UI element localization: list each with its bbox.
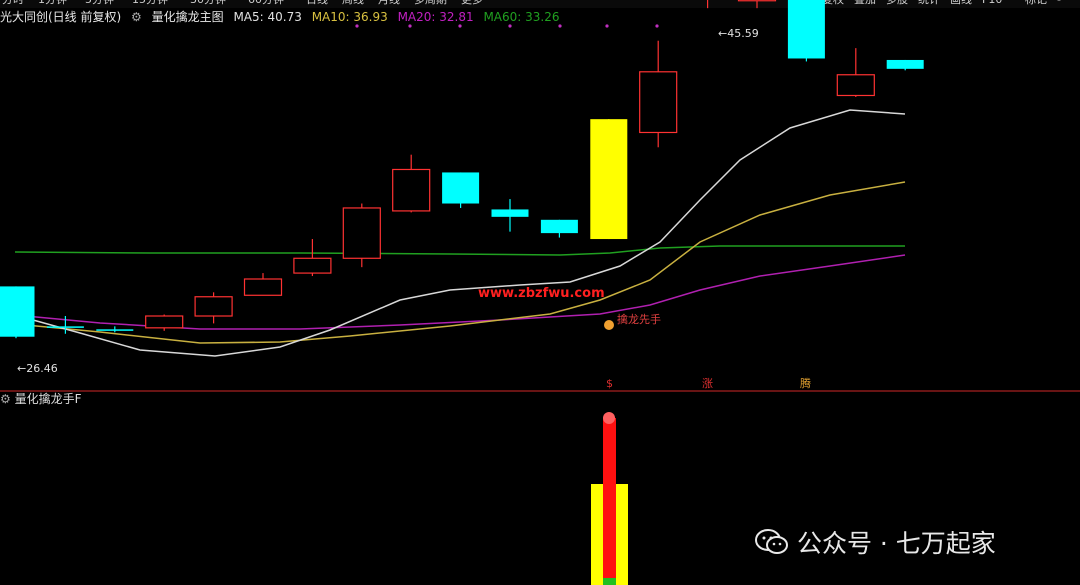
candle xyxy=(0,286,35,339)
candle-body xyxy=(737,0,777,2)
candle xyxy=(392,154,431,213)
candle xyxy=(886,59,924,71)
low-price-label: ←26.46 xyxy=(17,362,58,375)
candle-body xyxy=(96,329,134,331)
candle-body xyxy=(540,219,578,234)
candle xyxy=(342,203,381,268)
candle xyxy=(442,172,480,208)
candle-body xyxy=(787,0,825,59)
url-watermark: www.zbzfwu.com xyxy=(478,286,605,301)
marker-dollar: $ xyxy=(606,377,613,390)
candle-body xyxy=(392,168,431,212)
candle xyxy=(639,40,678,148)
candle xyxy=(243,273,283,296)
signal-icon xyxy=(604,320,614,330)
candle xyxy=(836,48,875,97)
watermark-text: 公众号 · 七万起家 xyxy=(796,529,996,558)
high-price-label: ←45.59 xyxy=(718,27,759,40)
candle-body xyxy=(145,315,184,329)
candlesticks xyxy=(0,0,924,339)
candle xyxy=(706,0,709,9)
candle-body xyxy=(442,172,480,204)
candle-body xyxy=(886,59,924,69)
ma60-line xyxy=(14,245,905,256)
settings-icon[interactable]: ⚙ xyxy=(0,392,11,406)
wechat-icon xyxy=(755,529,788,554)
wechat-watermark: 公众号 · 七万起家 xyxy=(755,524,996,560)
marker-rise: 涨 xyxy=(702,377,713,390)
main-chart[interactable]: ←45.59 ←26.46 www.zbzfwu.com 擒龙先手 $ 涨 腾 xyxy=(0,0,1080,585)
candle-body xyxy=(243,278,283,296)
signal-label: 擒龙先手 xyxy=(617,312,661,326)
sub-bar-cap xyxy=(603,412,615,424)
candle-body xyxy=(293,257,332,274)
top-markers xyxy=(355,24,659,28)
candle-body xyxy=(836,74,875,97)
candle-body xyxy=(639,71,678,134)
candle xyxy=(491,199,529,232)
candle-body xyxy=(342,207,381,259)
candle-body xyxy=(590,119,628,240)
candle xyxy=(293,239,332,277)
sub-panel-header: ⚙ 量化擒龙手F xyxy=(0,392,82,406)
candle-body xyxy=(46,326,84,328)
candle-body xyxy=(491,209,529,217)
candle xyxy=(96,326,134,333)
sub-panel-title: 量化擒龙手F xyxy=(14,392,82,406)
candle-body xyxy=(194,296,233,317)
candle xyxy=(540,219,578,238)
candle-body xyxy=(0,286,35,337)
candle xyxy=(787,0,825,62)
marker-surge: 腾 xyxy=(800,376,811,390)
candle xyxy=(145,314,184,331)
sub-bar-red xyxy=(603,418,616,585)
candle xyxy=(194,292,233,324)
sub-bar-green xyxy=(603,578,616,585)
candle xyxy=(737,0,777,9)
candle xyxy=(590,119,628,240)
